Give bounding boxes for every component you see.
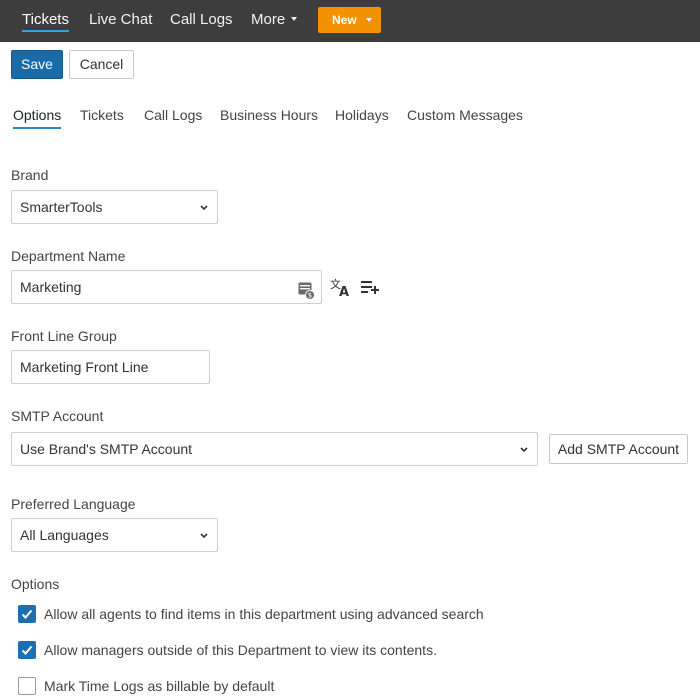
options-label: Options xyxy=(11,576,60,592)
front-line-group-value: Marketing Front Line xyxy=(20,359,149,375)
tab-custom-messages[interactable]: Custom Messages xyxy=(407,107,523,123)
topnav-live-chat[interactable]: Live Chat xyxy=(89,11,152,28)
preferred-language-value: All Languages xyxy=(20,527,109,543)
add-smtp-account-button[interactable]: Add SMTP Account xyxy=(549,434,688,464)
preferred-language-label: Preferred Language xyxy=(11,496,136,512)
translate-icon[interactable]: 文 A xyxy=(330,277,352,302)
option-billable-time-logs-label: Mark Time Logs as billable by default xyxy=(44,678,275,694)
new-button-label: New xyxy=(332,13,357,27)
chevron-down-icon xyxy=(365,17,372,22)
variable-icon[interactable]: $ xyxy=(298,279,315,311)
cancel-button[interactable]: Cancel xyxy=(69,50,134,79)
brand-select[interactable]: SmarterTools xyxy=(11,190,218,224)
department-name-value: Marketing xyxy=(20,279,82,295)
chevron-down-icon xyxy=(200,205,208,212)
option-managers-view-label: Allow managers outside of this Departmen… xyxy=(44,642,437,658)
save-button[interactable]: Save xyxy=(11,50,63,79)
chevron-down-icon xyxy=(520,447,528,454)
playlist-add-icon[interactable] xyxy=(361,280,380,299)
brand-label: Brand xyxy=(11,167,49,183)
tab-options[interactable]: Options xyxy=(13,107,62,129)
tab-call-logs[interactable]: Call Logs xyxy=(144,107,202,123)
topnav-call-logs[interactable]: Call Logs xyxy=(170,11,233,28)
chevron-down-icon xyxy=(291,17,298,22)
smtp-account-value: Use Brand's SMTP Account xyxy=(20,441,193,457)
smtp-account-select[interactable]: Use Brand's SMTP Account xyxy=(11,432,538,466)
tab-tickets[interactable]: Tickets xyxy=(80,107,124,123)
front-line-group-label: Front Line Group xyxy=(11,328,117,344)
svg-text:$: $ xyxy=(308,292,312,300)
new-button[interactable]: New xyxy=(318,7,381,33)
tab-business-hours[interactable]: Business Hours xyxy=(220,107,318,123)
department-name-input[interactable]: Marketing $ xyxy=(11,270,322,304)
brand-select-value: SmarterTools xyxy=(20,199,103,215)
chevron-down-icon xyxy=(200,533,208,540)
svg-text:A: A xyxy=(339,285,349,297)
tab-holidays[interactable]: Holidays xyxy=(335,107,389,123)
checkmark-icon xyxy=(21,645,33,655)
topnav-more[interactable]: More xyxy=(251,11,298,28)
preferred-language-select[interactable]: All Languages xyxy=(11,518,218,552)
topnav-more-label: More xyxy=(251,11,286,28)
topnav-tickets[interactable]: Tickets xyxy=(22,11,69,32)
top-navigation-bar: Tickets Live Chat Call Logs More New xyxy=(0,0,700,42)
checkbox-checked[interactable] xyxy=(18,605,36,623)
checkmark-icon xyxy=(21,609,33,619)
front-line-group-input[interactable]: Marketing Front Line xyxy=(11,350,210,384)
checkbox-unchecked[interactable] xyxy=(18,677,36,695)
option-advanced-search-label: Allow all agents to find items in this d… xyxy=(44,606,484,622)
smtp-account-label: SMTP Account xyxy=(11,408,104,424)
department-name-label: Department Name xyxy=(11,248,126,264)
checkbox-checked[interactable] xyxy=(18,641,36,659)
